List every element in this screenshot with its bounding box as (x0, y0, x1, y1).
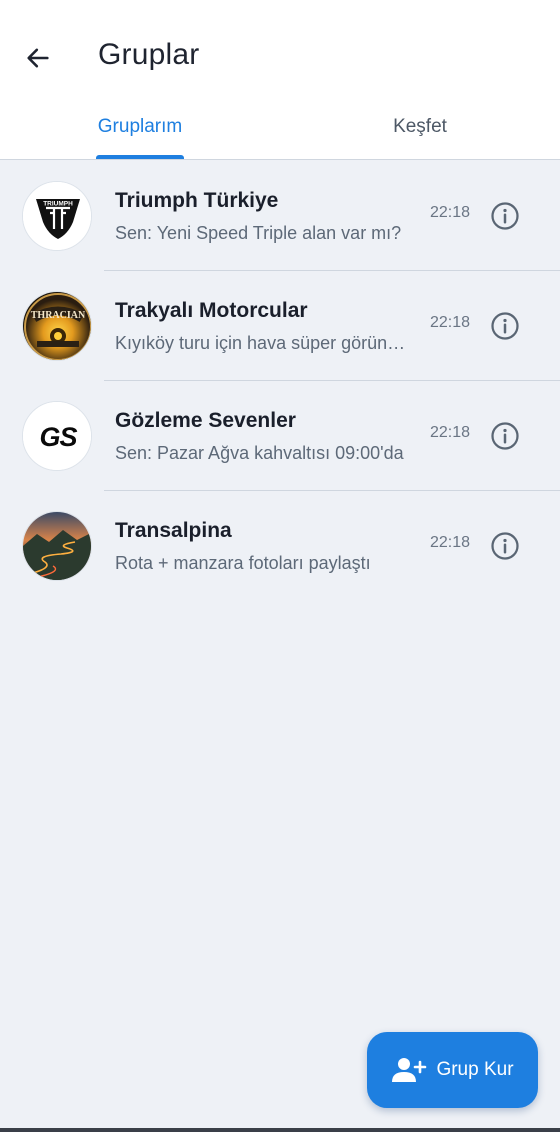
group-time: 22:18 (430, 204, 471, 221)
info-icon (491, 312, 519, 340)
group-avatar: THRACIAN (22, 291, 92, 361)
group-row-trakyali-motorcular[interactable]: THRACIAN Trakyalı Motorcular Kıyıköy tur… (0, 271, 560, 381)
system-gesture-bar (0, 1128, 560, 1132)
group-last-message: Rota + manzara fotoları paylaştı (115, 553, 371, 573)
page-title: Gruplar (98, 38, 200, 71)
group-time: 22:18 (430, 314, 471, 331)
group-name: Transalpina (115, 519, 232, 542)
create-group-label: Grup Kur (436, 1059, 514, 1080)
tab-my-groups[interactable]: Gruplarım (0, 104, 280, 160)
group-last-message: Sen: Yeni Speed Triple alan var mı? (115, 223, 402, 243)
group-info-button[interactable] (488, 199, 522, 233)
app-bar: Gruplar Gruplarım Keşfet (0, 0, 560, 160)
info-icon (491, 202, 519, 230)
add-group-icon (391, 1056, 427, 1084)
active-tab-indicator (96, 155, 184, 159)
tab-my-groups-label: Gruplarım (97, 116, 183, 137)
group-name: Trakyalı Motorcular (115, 299, 308, 322)
group-avatar: TRIUMPH (22, 181, 92, 251)
thracian-badge-icon: THRACIAN (23, 292, 91, 360)
svg-text:TRIUMPH: TRIUMPH (43, 201, 73, 208)
mountain-road-photo-icon (23, 512, 91, 580)
group-info-button[interactable] (488, 419, 522, 453)
group-row-triumph-turkiye[interactable]: TRIUMPH Triumph Türkiye Sen: Yeni Speed … (0, 161, 560, 271)
info-icon (491, 532, 519, 560)
group-avatar (22, 511, 92, 581)
group-name: Gözleme Sevenler (115, 409, 296, 432)
group-info-button[interactable] (488, 529, 522, 563)
triumph-logo-icon: TRIUMPH (23, 182, 91, 250)
tab-discover[interactable]: Keşfet (280, 104, 560, 160)
create-group-button[interactable]: Grup Kur (367, 1032, 538, 1108)
group-row-transalpina[interactable]: Transalpina Rota + manzara fotoları payl… (0, 491, 560, 601)
group-name: Triumph Türkiye (115, 189, 279, 212)
info-icon (491, 422, 519, 450)
group-time: 22:18 (430, 534, 471, 551)
gs-logo-icon: GS (23, 402, 91, 470)
group-list: TRIUMPH Triumph Türkiye Sen: Yeni Speed … (0, 161, 560, 601)
svg-text:THRACIAN: THRACIAN (31, 310, 86, 321)
group-avatar: GS (22, 401, 92, 471)
group-row-gozleme-sevenler[interactable]: GS Gözleme Sevenler Sen: Pazar Ağva kahv… (0, 381, 560, 491)
back-button[interactable] (14, 34, 62, 82)
group-time: 22:18 (430, 424, 471, 441)
group-last-message: Kıyıköy turu için hava süper görünüyor (115, 333, 407, 353)
group-info-button[interactable] (488, 309, 522, 343)
group-last-message: Sen: Pazar Ağva kahvaltısı 09:00'da (115, 443, 404, 463)
svg-text:GS: GS (39, 422, 77, 452)
arrow-left-icon (27, 48, 49, 68)
tab-discover-label: Keşfet (393, 116, 447, 137)
